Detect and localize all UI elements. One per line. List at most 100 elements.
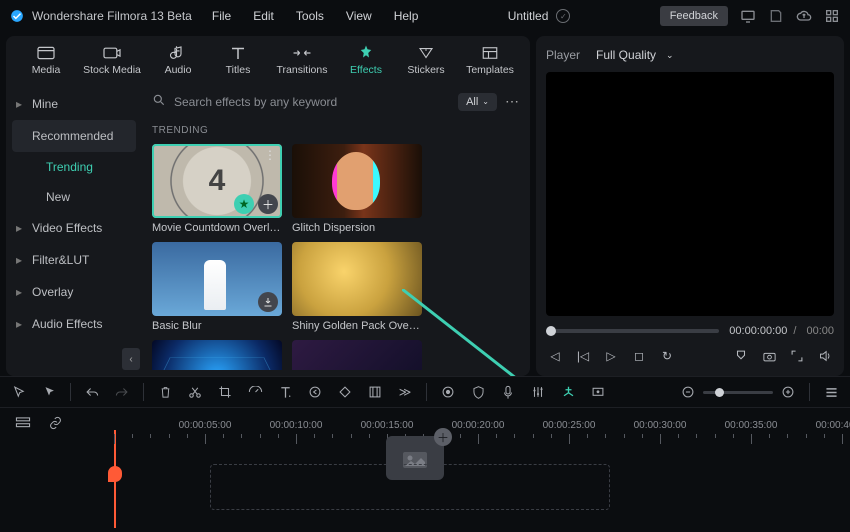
menu-help[interactable]: Help bbox=[394, 9, 419, 23]
filter-dropdown[interactable]: All⌄ bbox=[458, 93, 497, 111]
mark-in-button[interactable] bbox=[732, 347, 750, 365]
timeline-drop-zone[interactable] bbox=[210, 464, 610, 510]
chevron-right-icon: ▸ bbox=[16, 285, 26, 299]
sidebar-item-mine[interactable]: ▸Mine bbox=[6, 88, 142, 120]
ruler-label: 00:00:10:00 bbox=[270, 420, 323, 431]
sidebar-item-recommended[interactable]: Recommended bbox=[12, 120, 136, 152]
shield-icon[interactable] bbox=[469, 383, 487, 401]
seek-slider[interactable] bbox=[546, 329, 719, 333]
effects-icon bbox=[357, 44, 375, 62]
time-ruler[interactable]: 00:00:05:0000:00:10:0000:00:15:0000:00:2… bbox=[114, 434, 842, 462]
cloud-upload-icon[interactable] bbox=[796, 8, 812, 24]
track-manage-button[interactable] bbox=[14, 414, 32, 432]
app-logo-icon bbox=[10, 9, 24, 23]
effect-card[interactable] bbox=[152, 340, 282, 370]
sidebar-item-filter-lut[interactable]: ▸Filter&LUT bbox=[6, 244, 142, 276]
effect-thumbnail[interactable] bbox=[152, 340, 282, 370]
speed-button[interactable] bbox=[246, 383, 264, 401]
menu-view[interactable]: View bbox=[346, 9, 372, 23]
zoom-in-button[interactable] bbox=[779, 383, 797, 401]
sidebar-sub-new[interactable]: New bbox=[6, 182, 142, 212]
keyframe-button[interactable] bbox=[336, 383, 354, 401]
effects-content: All⌄ ⋯ TRENDING 4 ⋮ ★ ＋ Movie Countdown … bbox=[142, 84, 530, 376]
split-button[interactable] bbox=[186, 383, 204, 401]
browser-panel: Media Stock Media Audio Titles Transitio… bbox=[6, 36, 530, 376]
zoom-out-button[interactable] bbox=[679, 383, 697, 401]
expand-button[interactable] bbox=[788, 347, 806, 365]
more-tools-button[interactable]: ≫ bbox=[396, 383, 414, 401]
effect-card[interactable]: 4 ⋮ ★ ＋ Movie Countdown Overlay 08 bbox=[152, 144, 282, 234]
effect-card[interactable]: Shiny Golden Pack Overlay 09 bbox=[292, 242, 422, 332]
quality-dropdown[interactable]: Full Quality⌄ bbox=[596, 48, 674, 62]
effect-card[interactable] bbox=[292, 340, 422, 370]
menu-file[interactable]: File bbox=[212, 9, 231, 23]
search-input[interactable] bbox=[174, 95, 450, 109]
tab-effects[interactable]: Effects bbox=[336, 44, 396, 76]
timeline-view-button[interactable] bbox=[822, 383, 840, 401]
pointer-tool-icon[interactable] bbox=[40, 383, 58, 401]
ruler-label: 00:00:25:00 bbox=[543, 420, 596, 431]
effect-thumbnail[interactable] bbox=[152, 242, 282, 316]
menu-edit[interactable]: Edit bbox=[253, 9, 274, 23]
player-label: Player bbox=[546, 48, 580, 62]
card-menu-icon[interactable]: ⋮ bbox=[264, 148, 276, 162]
magnet-button[interactable] bbox=[559, 383, 577, 401]
keyframe-back-button[interactable] bbox=[306, 383, 324, 401]
ruler-label: 00:00:05:00 bbox=[179, 420, 232, 431]
tab-titles[interactable]: Titles bbox=[208, 44, 268, 76]
project-name[interactable]: Untitled bbox=[508, 9, 549, 23]
collapse-sidebar-button[interactable]: ‹ bbox=[122, 348, 140, 370]
tab-stickers[interactable]: Stickers bbox=[396, 44, 456, 76]
apps-icon[interactable] bbox=[824, 8, 840, 24]
delete-button[interactable] bbox=[156, 383, 174, 401]
chevron-right-icon: ▸ bbox=[16, 317, 26, 331]
effect-thumbnail[interactable] bbox=[292, 340, 422, 370]
save-icon[interactable] bbox=[768, 8, 784, 24]
undo-button[interactable] bbox=[83, 383, 101, 401]
crop-button[interactable] bbox=[216, 383, 234, 401]
tab-audio[interactable]: Audio bbox=[148, 44, 208, 76]
volume-button[interactable] bbox=[816, 347, 834, 365]
sidebar-item-video-effects[interactable]: ▸Video Effects bbox=[6, 212, 142, 244]
feedback-button[interactable]: Feedback bbox=[660, 6, 728, 26]
select-tool-icon[interactable] bbox=[10, 383, 28, 401]
step-back-button[interactable]: |◁ bbox=[574, 347, 592, 365]
sidebar-item-overlay[interactable]: ▸Overlay bbox=[6, 276, 142, 308]
tab-transitions[interactable]: Transitions bbox=[268, 44, 336, 76]
effects-sidebar: ▸Mine Recommended Trending New ▸Video Ef… bbox=[6, 84, 142, 376]
voiceover-button[interactable] bbox=[499, 383, 517, 401]
sidebar-sub-trending[interactable]: Trending bbox=[6, 152, 142, 182]
current-time: 00:00:00:00 bbox=[729, 325, 787, 337]
audio-mixer-button[interactable] bbox=[529, 383, 547, 401]
marker-button[interactable] bbox=[589, 383, 607, 401]
text-button[interactable] bbox=[276, 383, 294, 401]
download-button[interactable] bbox=[258, 292, 278, 312]
adjust-button[interactable] bbox=[366, 383, 384, 401]
record-button[interactable] bbox=[439, 383, 457, 401]
stop-button[interactable]: ◻ bbox=[630, 347, 648, 365]
prev-frame-button[interactable]: ◁ bbox=[546, 347, 564, 365]
effect-card[interactable]: Basic Blur bbox=[152, 242, 282, 332]
display-icon[interactable] bbox=[740, 8, 756, 24]
sidebar-item-audio-effects[interactable]: ▸Audio Effects bbox=[6, 308, 142, 340]
more-options-button[interactable]: ⋯ bbox=[505, 93, 520, 110]
effect-thumbnail[interactable] bbox=[292, 242, 422, 316]
favorite-button[interactable]: ★ bbox=[234, 194, 254, 214]
tab-media[interactable]: Media bbox=[16, 44, 76, 76]
snapshot-button[interactable] bbox=[760, 347, 778, 365]
search-icon bbox=[152, 93, 166, 110]
tab-templates[interactable]: Templates bbox=[456, 44, 524, 76]
timeline-panel: 00:00:05:0000:00:10:0000:00:15:0000:00:2… bbox=[0, 408, 850, 528]
add-to-timeline-button[interactable]: ＋ bbox=[258, 194, 278, 214]
tab-stock-media[interactable]: Stock Media bbox=[76, 44, 148, 76]
zoom-slider[interactable] bbox=[703, 391, 773, 394]
effect-thumbnail[interactable] bbox=[292, 144, 422, 218]
menu-tools[interactable]: Tools bbox=[296, 9, 324, 23]
play-button[interactable]: ▷ bbox=[602, 347, 620, 365]
redo-button[interactable] bbox=[113, 383, 131, 401]
loop-button[interactable]: ↻ bbox=[658, 347, 676, 365]
effect-card[interactable]: Glitch Dispersion bbox=[292, 144, 422, 234]
link-button[interactable] bbox=[46, 414, 64, 432]
effect-thumbnail[interactable]: 4 ⋮ ★ ＋ bbox=[152, 144, 282, 218]
player-viewport[interactable] bbox=[546, 72, 834, 316]
